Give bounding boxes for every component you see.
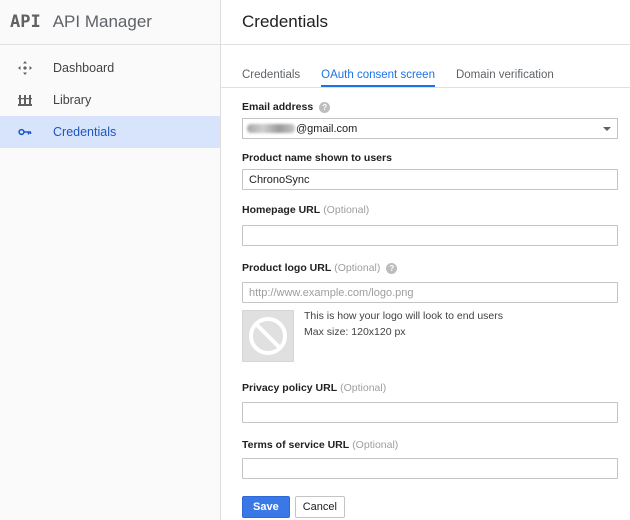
optional-tag: (Optional)	[334, 262, 381, 274]
api-logo[interactable]: API	[10, 12, 41, 32]
key-icon	[18, 125, 32, 139]
sidebar-item-label: Credentials	[53, 125, 117, 139]
consent-form: Email address ? @gmail.com Product name …	[221, 100, 618, 518]
sidebar: API API Manager Dashboard Library Creden…	[0, 0, 221, 520]
tab-credentials[interactable]: Credentials	[242, 69, 300, 87]
homepage-url-input[interactable]	[242, 225, 618, 246]
app-title[interactable]: API Manager	[53, 12, 152, 32]
sidebar-item-credentials[interactable]: Credentials	[0, 116, 220, 148]
form-buttons: Save Cancel	[242, 496, 618, 518]
page-title: Credentials	[242, 12, 328, 31]
logo-preview-info: This is how your logo will look to end u…	[304, 308, 503, 362]
sidebar-item-library[interactable]: Library	[0, 84, 220, 116]
help-icon[interactable]: ?	[386, 262, 398, 274]
logo-url-label-text: Product logo URL	[242, 262, 332, 274]
help-icon[interactable]: ?	[319, 101, 331, 113]
privacy-label: Privacy policy URL (Optional)	[242, 381, 618, 395]
logo-max-size: Max size: 120x120 px	[304, 326, 406, 338]
logo-url-input[interactable]	[242, 282, 618, 303]
sidebar-item-dashboard[interactable]: Dashboard	[0, 52, 220, 84]
sidebar-item-label: Library	[53, 93, 92, 107]
sidebar-item-label: Dashboard	[53, 61, 115, 75]
terms-label-text: Terms of service URL	[242, 439, 350, 451]
terms-of-service-url-input[interactable]	[242, 458, 618, 479]
email-label-text: Email address	[242, 101, 314, 113]
chevron-down-icon	[603, 127, 611, 131]
optional-tag: (Optional)	[340, 382, 387, 394]
tab-bar: Credentials OAuth consent screen Domain …	[221, 45, 630, 88]
save-button[interactable]: Save	[242, 496, 290, 518]
logo-preview	[242, 310, 294, 362]
sidebar-header: API API Manager	[0, 0, 220, 45]
redacted-email-blur	[247, 124, 295, 133]
privacy-label-text: Privacy policy URL	[242, 382, 338, 394]
optional-tag: (Optional)	[323, 204, 370, 216]
cancel-button[interactable]: Cancel	[294, 496, 345, 518]
product-name-input[interactable]	[242, 169, 618, 190]
tab-oauth-consent-screen[interactable]: OAuth consent screen	[321, 69, 435, 87]
dashboard-icon	[18, 61, 32, 75]
no-image-icon	[249, 317, 287, 355]
sidebar-nav: Dashboard Library Credentials	[0, 52, 220, 148]
email-select-value: @gmail.com	[296, 122, 358, 135]
homepage-label-text: Homepage URL	[242, 204, 321, 216]
terms-label: Terms of service URL (Optional)	[242, 438, 618, 452]
privacy-policy-url-input[interactable]	[242, 402, 618, 423]
page-header: Credentials	[221, 0, 630, 45]
logo-url-label: Product logo URL (Optional) ?	[242, 261, 618, 275]
logo-preview-row: This is how your logo will look to end u…	[242, 310, 618, 362]
optional-tag: (Optional)	[352, 439, 399, 451]
product-name-label: Product name shown to users	[242, 151, 618, 165]
library-icon	[18, 93, 32, 107]
email-label: Email address ?	[242, 100, 618, 114]
tab-domain-verification[interactable]: Domain verification	[456, 69, 554, 87]
logo-preview-caption: This is how your logo will look to end u…	[304, 310, 504, 322]
main-content: Credentials Credentials OAuth consent sc…	[221, 0, 630, 520]
homepage-label: Homepage URL (Optional)	[242, 203, 618, 217]
product-name-label-text: Product name shown to users	[242, 152, 392, 164]
email-select[interactable]: @gmail.com	[242, 118, 618, 139]
